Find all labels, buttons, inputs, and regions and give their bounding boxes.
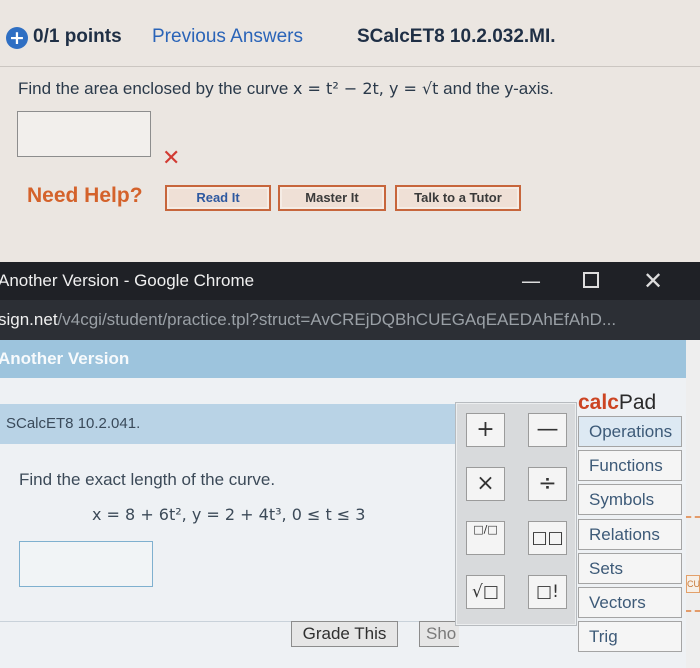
calcpad-title-pad: Pad	[618, 391, 657, 414]
another-version-window: Another Version - Google Chrome — ✕ sign…	[0, 262, 700, 668]
need-help-label: Need Help?	[27, 184, 143, 207]
answer-input[interactable]	[17, 111, 151, 157]
question-header: + 0/1 points Previous Answers SCalcET8 1…	[0, 14, 700, 60]
symbols-tab[interactable]: Symbols	[578, 484, 682, 515]
calcpad-keypad: + — × ÷ □/□ □□ √□ □!	[455, 402, 577, 626]
version-header-title: Another Version	[0, 349, 130, 368]
minimize-button[interactable]: —	[516, 264, 546, 298]
window-titlebar[interactable]: Another Version - Google Chrome — ✕	[0, 262, 700, 300]
exponent-key[interactable]: □□	[528, 521, 567, 555]
question-text-start: Find the area enclosed by the curve	[18, 79, 293, 98]
minus-key[interactable]: —	[528, 413, 567, 447]
vectors-tab[interactable]: Vectors	[578, 587, 682, 618]
dashed-divider	[686, 516, 700, 518]
factorial-key[interactable]: □!	[528, 575, 567, 609]
question-equation: x = t² − 2t, y = √t	[293, 79, 439, 98]
calcpad-title-calc: calc	[578, 391, 619, 414]
previous-answers-link[interactable]: Previous Answers	[152, 26, 303, 48]
master-it-button[interactable]: Master It	[278, 185, 386, 211]
maximize-button[interactable]	[583, 272, 599, 288]
window-title: Another Version - Google Chrome	[0, 271, 255, 290]
url-path: /v4cgi/student/practice.tpl?struct=AvCRE…	[57, 310, 617, 329]
side-label: CU	[686, 575, 700, 593]
relations-tab[interactable]: Relations	[578, 519, 682, 550]
sets-tab[interactable]: Sets	[578, 553, 682, 584]
points-label: 0/1 points	[33, 26, 122, 47]
address-bar[interactable]: sign.net/v4cgi/student/practice.tpl?stru…	[0, 300, 700, 340]
close-button[interactable]: ✕	[638, 264, 668, 298]
plus-key[interactable]: +	[466, 413, 505, 447]
question-id: SCalcET8 10.2.032.MI.	[357, 26, 556, 47]
practice-answer-input[interactable]	[19, 541, 153, 587]
question-page: + 0/1 points Previous Answers SCalcET8 1…	[0, 0, 700, 262]
scrollbar-track[interactable]	[686, 340, 700, 668]
incorrect-icon: ✕	[162, 146, 181, 171]
version-header: Another Version	[0, 340, 686, 378]
show-button[interactable]: Sho	[419, 621, 459, 647]
talk-to-tutor-button[interactable]: Talk to a Tutor	[395, 185, 521, 211]
question-text-end: and the y-axis.	[438, 79, 554, 98]
sqrt-key[interactable]: √□	[466, 575, 505, 609]
times-key[interactable]: ×	[466, 467, 505, 501]
divider	[0, 66, 700, 67]
dashed-divider	[686, 610, 700, 612]
divide-key[interactable]: ÷	[528, 467, 567, 501]
practice-question-text: Find the exact length of the curve.	[19, 470, 276, 489]
plus-icon[interactable]: +	[6, 27, 28, 49]
functions-tab[interactable]: Functions	[578, 450, 682, 481]
fraction-key[interactable]: □/□	[466, 521, 505, 555]
practice-question-id: SCalcET8 10.2.041.	[6, 415, 141, 432]
divider	[0, 621, 470, 622]
operations-tab[interactable]: Operations	[578, 416, 682, 447]
practice-equation: x = 8 + 6t², y = 2 + 4t³, 0 ≤ t ≤ 3	[92, 505, 366, 524]
question-text: Find the area enclosed by the curve x = …	[18, 79, 554, 99]
calcpad-title: calcPad	[578, 386, 686, 420]
trig-tab[interactable]: Trig	[578, 621, 682, 652]
practice-question-header: SCalcET8 10.2.041.	[0, 404, 460, 444]
url-domain: sign.net	[0, 310, 58, 329]
grade-this-button[interactable]: Grade This	[291, 621, 398, 647]
read-it-button[interactable]: Read It	[165, 185, 271, 211]
